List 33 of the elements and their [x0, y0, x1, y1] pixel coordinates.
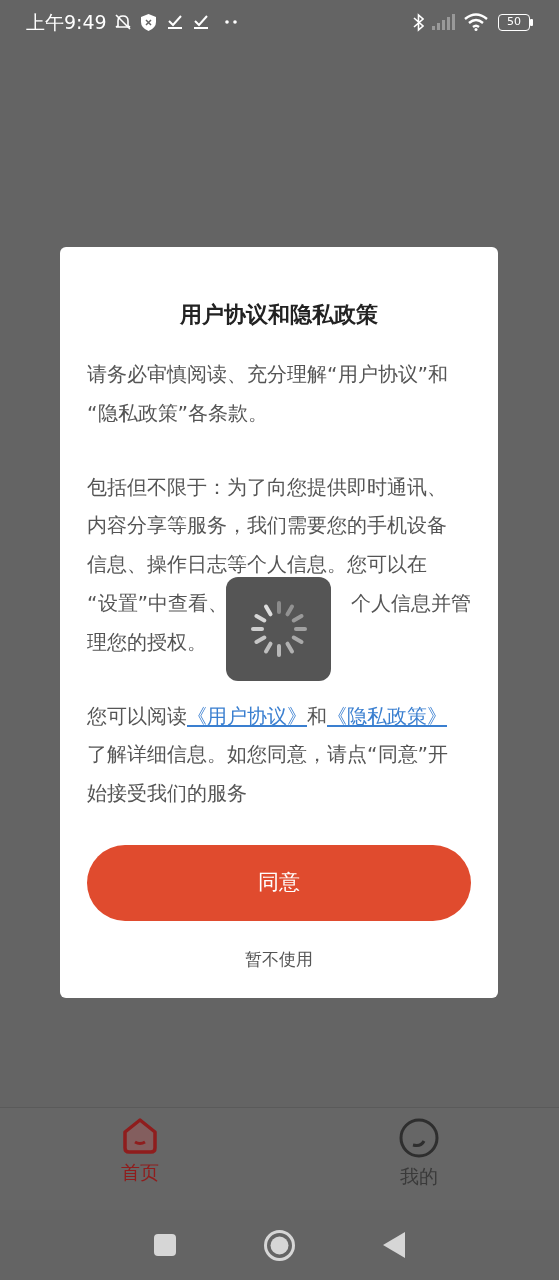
signal-icon: [432, 14, 456, 30]
back-icon[interactable]: [383, 1232, 405, 1258]
check-icon: [193, 15, 208, 29]
status-time: 上午9:49: [26, 9, 107, 35]
policy-text: 个人信息并管: [351, 590, 471, 617]
battery-indicator: 50: [498, 13, 530, 31]
consent-text: 和: [307, 702, 327, 730]
policy-link[interactable]: 《隐私政策》: [327, 696, 447, 736]
muted-bell-icon: [112, 12, 133, 32]
policy-text: “设置”中查看、: [87, 590, 228, 617]
agree-button[interactable]: 同意: [87, 844, 471, 921]
smiley-icon: [399, 1118, 440, 1158]
decline-link[interactable]: 暂不使用: [245, 946, 313, 973]
policy-text: “隐私政策”各条款。: [87, 399, 268, 427]
shield-icon: [140, 13, 156, 31]
home-icon: [121, 1118, 158, 1154]
dialog-title: 用户协议和隐私政策: [179, 301, 379, 329]
policy-text: 理您的授权。: [87, 628, 207, 656]
consent-text: 始接受我们的服务: [87, 780, 247, 808]
policy-text: 内容分享等服务，我们需要您的手机设备: [87, 512, 447, 540]
consent-text: 您可以阅读: [87, 702, 187, 730]
policy-text: 信息、操作日志等个人信息。您可以在: [87, 551, 427, 579]
battery-tip-icon: [530, 18, 533, 26]
wifi-icon: [464, 13, 488, 31]
consent-text: 了解详细信息。如您同意，请点“同意”开: [87, 741, 448, 769]
recent-apps-icon[interactable]: [154, 1234, 176, 1256]
policy-text: 包括但不限于：为了向您提供即时通讯、: [87, 473, 447, 501]
policy-link[interactable]: 《用户协议》: [187, 696, 307, 736]
home-button-icon[interactable]: [264, 1229, 295, 1261]
policy-text: 请务必审慎阅读、充分理解“用户协议”和: [87, 361, 448, 388]
check-icon: [167, 15, 182, 29]
more-dots-icon: [224, 20, 237, 24]
bluetooth-icon: [413, 12, 424, 32]
